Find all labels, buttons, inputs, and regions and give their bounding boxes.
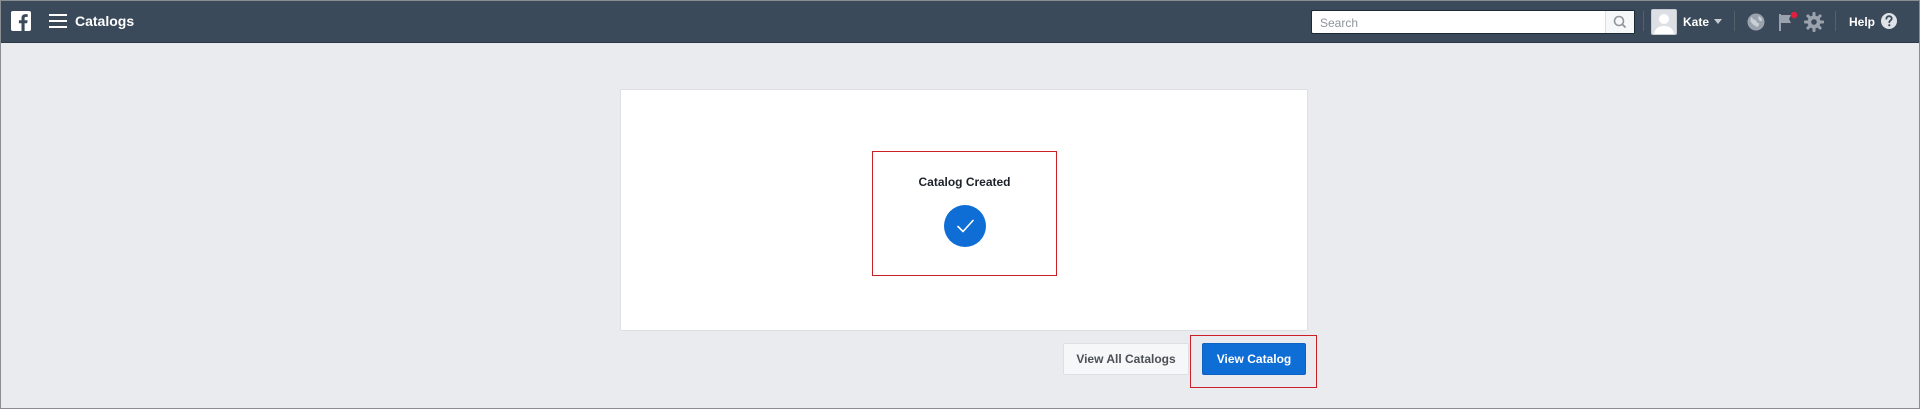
flag-icon[interactable] (1776, 11, 1798, 33)
status-highlight: Catalog Created (872, 151, 1057, 276)
view-catalog-button[interactable]: View Catalog (1202, 343, 1306, 375)
view-all-catalogs-button[interactable]: View All Catalogs (1063, 343, 1189, 375)
search-box (1311, 10, 1635, 34)
chevron-down-icon[interactable] (1714, 19, 1722, 24)
divider (1835, 11, 1836, 31)
user-name[interactable]: Kate (1683, 15, 1709, 29)
help-icon[interactable] (1879, 11, 1899, 31)
notification-badge (1790, 11, 1798, 19)
globe-icon[interactable] (1745, 11, 1767, 33)
page-title: Catalogs (75, 13, 135, 29)
menu-icon[interactable] (49, 14, 67, 28)
avatar[interactable] (1651, 9, 1677, 35)
divider (1643, 11, 1644, 31)
search-input[interactable] (1318, 14, 1592, 32)
facebook-logo-icon[interactable] (11, 11, 31, 31)
top-navigation-bar: Catalogs Kate (1, 1, 1919, 43)
gear-icon[interactable] (1803, 11, 1825, 33)
search-button[interactable] (1605, 11, 1634, 33)
catalog-created-card: Catalog Created (620, 89, 1308, 331)
search-icon (1613, 15, 1627, 29)
status-title: Catalog Created (918, 175, 1011, 189)
divider (1734, 11, 1735, 31)
checkmark-icon (957, 219, 974, 233)
success-check-circle (944, 205, 986, 247)
help-link[interactable]: Help (1849, 15, 1875, 29)
avatar-placeholder-icon (1652, 10, 1676, 34)
